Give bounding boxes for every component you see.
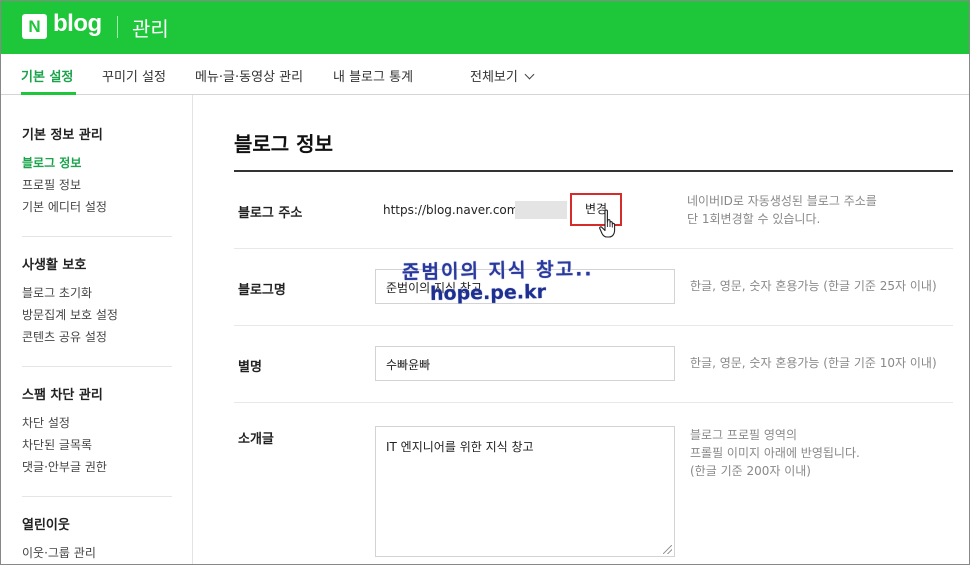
intro-help-line2: 프롤필 이미지 아래에 반영됩니다. xyxy=(690,446,860,460)
naver-n-logo[interactable]: N xyxy=(22,14,47,39)
sidebar-group-title: 열린이웃 xyxy=(22,518,70,533)
intro-help-line3: (한글 기준 200자 이내) xyxy=(690,464,811,478)
row-divider xyxy=(234,325,953,326)
row-divider xyxy=(234,402,953,403)
nickname-help: 한글, 영문, 숫자 혼용가능 (한글 기준 10자 이내) xyxy=(690,356,937,370)
sidebar-item-content-sharing[interactable]: 콘텐츠 공유 설정 xyxy=(22,326,118,348)
tab-menu-post-video[interactable]: 메뉴·글·동영상 관리 xyxy=(195,66,303,85)
header-divider xyxy=(117,16,118,38)
hand-cursor-icon xyxy=(599,209,616,238)
sidebar-divider xyxy=(22,496,172,497)
sidebar-item-blocked-posts[interactable]: 차단된 글목록 xyxy=(22,434,107,456)
tab-view-all[interactable]: 전체보기 xyxy=(470,66,535,85)
tab-basic-settings[interactable]: 기본 설정 xyxy=(21,66,73,85)
intro-help-text: 블로그 프로필 영역의 프롤필 이미지 아래에 반영됩니다. (한글 기준 20… xyxy=(690,426,860,480)
intro-text: IT 엔지니어를 위한 지식 창고 xyxy=(386,440,534,454)
nickname-input[interactable]: 수빠윤빠 xyxy=(375,346,675,381)
title-divider xyxy=(234,170,953,172)
tab-blog-stats[interactable]: 내 블로그 통계 xyxy=(333,66,413,85)
blog-logo-text[interactable]: blog xyxy=(53,10,102,38)
intro-help-line1: 블로그 프로필 영역의 xyxy=(690,428,797,442)
blog-name-label: 블로그명 xyxy=(238,283,286,298)
sidebar-group-title: 기본 정보 관리 xyxy=(22,128,103,143)
row-divider xyxy=(234,248,953,249)
address-help-text: 네이버ID로 자동생성된 블로그 주소를 단 1회변경할 수 있습니다. xyxy=(687,192,877,228)
settings-tabs: 기본 설정 꾸미기 설정 메뉴·글·동영상 관리 내 블로그 통계 전체보기 xyxy=(1,54,969,95)
app-frame: N blog 관리 기본 설정 꾸미기 설정 메뉴·글·동영상 관리 내 블로그… xyxy=(0,0,970,565)
sidebar-item-comment-permissions[interactable]: 댓글·안부글 권한 xyxy=(22,456,107,478)
sidebar-item-profile-info[interactable]: 프로필 정보 xyxy=(22,174,107,196)
sidebar-group-spam: 스팸 차단 관리 차단 설정 차단된 글목록 댓글·안부글 권한 xyxy=(22,384,107,478)
top-header: N blog 관리 xyxy=(1,1,969,54)
sidebar: 기본 정보 관리 블로그 정보 프로필 정보 기본 에디터 설정 사생활 보호 … xyxy=(1,95,193,564)
address-label: 블로그 주소 xyxy=(238,206,303,221)
sidebar-divider xyxy=(22,236,172,237)
main-content: 블로그 정보 블로그 주소 https://blog.naver.com/ 변경… xyxy=(194,95,969,564)
page-title: 블로그 정보 xyxy=(234,132,333,156)
sidebar-item-editor-settings[interactable]: 기본 에디터 설정 xyxy=(22,196,107,218)
sidebar-item-block-settings[interactable]: 차단 설정 xyxy=(22,412,107,434)
watermark-line2: hope.pe.kr xyxy=(429,280,547,306)
sidebar-item-blog-info[interactable]: 블로그 정보 xyxy=(22,152,107,174)
sidebar-divider xyxy=(22,366,172,367)
tab-view-all-label: 전체보기 xyxy=(470,70,518,85)
nickname-label: 별명 xyxy=(238,360,262,375)
sidebar-item-neighbor-groups[interactable]: 이웃·그룹 관리 xyxy=(22,542,96,564)
tab-decoration-settings[interactable]: 꾸미기 설정 xyxy=(102,66,166,85)
watermark-line1: 준범이의 지식 창고.. xyxy=(401,258,594,284)
address-help-line1: 네이버ID로 자동생성된 블로그 주소를 xyxy=(687,194,877,208)
sidebar-group-privacy: 사생활 보호 블로그 초기화 방문집계 보호 설정 콘텐츠 공유 설정 xyxy=(22,254,118,348)
blog-url-text: https://blog.naver.com/ xyxy=(383,203,523,217)
sidebar-item-visit-protection[interactable]: 방문집계 보호 설정 xyxy=(22,304,118,326)
chevron-down-icon xyxy=(524,69,535,80)
intro-textarea[interactable]: IT 엔지니어를 위한 지식 창고 xyxy=(375,426,675,557)
sidebar-group-title: 사생활 보호 xyxy=(22,258,87,273)
blog-name-help: 한글, 영문, 숫자 혼용가능 (한글 기준 25자 이내) xyxy=(690,279,937,293)
blog-id-redacted xyxy=(515,201,567,219)
sidebar-group-neighbors: 열린이웃 이웃·그룹 관리 xyxy=(22,514,96,564)
sidebar-item-blog-reset[interactable]: 블로그 초기화 xyxy=(22,282,118,304)
address-help-line2: 단 1회변경할 수 있습니다. xyxy=(687,212,821,226)
header-section-title: 관리 xyxy=(132,17,169,41)
sidebar-group-basic-info: 기본 정보 관리 블로그 정보 프로필 정보 기본 에디터 설정 xyxy=(22,124,107,218)
resize-grip-icon[interactable] xyxy=(663,545,672,554)
sidebar-group-title: 스팸 차단 관리 xyxy=(22,388,103,403)
intro-label: 소개글 xyxy=(238,432,274,447)
